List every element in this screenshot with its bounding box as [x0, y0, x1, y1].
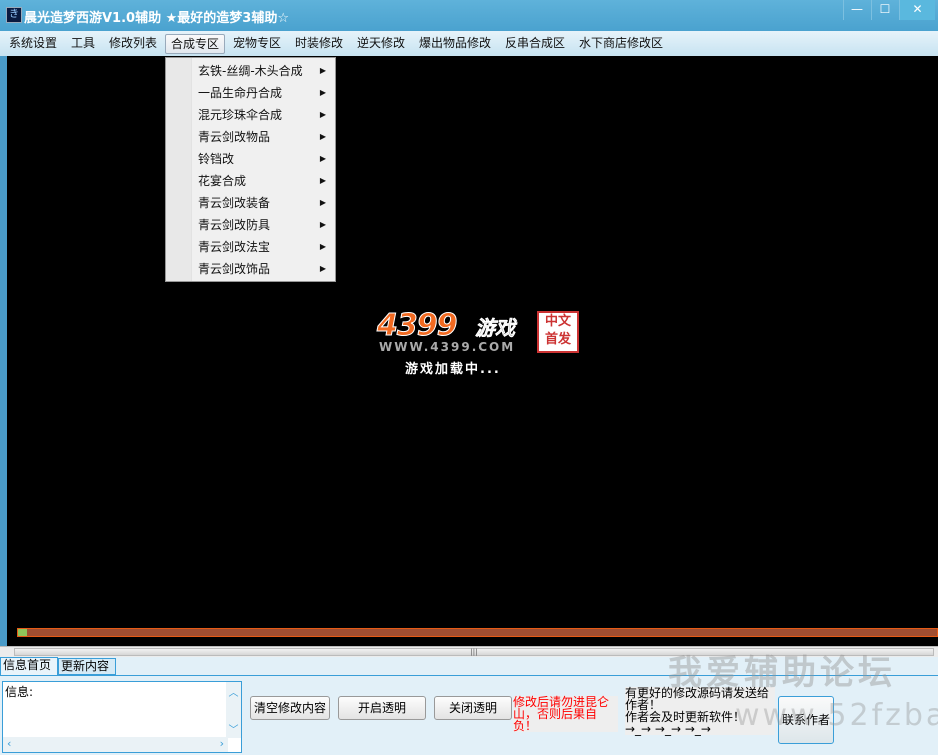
- dropdown-item-label: 一品生命丹合成: [198, 86, 283, 100]
- dropdown-item-label: 青云剑改物品: [198, 130, 271, 144]
- maximize-button[interactable]: ☐: [871, 0, 898, 20]
- menu-godlike[interactable]: 逆天修改: [352, 34, 410, 54]
- close-button[interactable]: ✕: [899, 0, 935, 20]
- dropdown-item[interactable]: 一品生命丹合成 ▶: [166, 82, 335, 104]
- dropdown-item-label: 青云剑改法宝: [198, 240, 271, 254]
- minimize-button[interactable]: —: [843, 0, 870, 20]
- submenu-arrow-icon: ▶: [319, 176, 326, 185]
- logo-text: 游戏: [475, 316, 516, 341]
- logo-url: WWW.4399.COM: [379, 340, 516, 354]
- warning-text: 修改后请勿进昆仑山，否则后果自负！: [513, 696, 618, 732]
- menu-reverse-synthesis[interactable]: 反串合成区: [500, 34, 570, 54]
- submenu-arrow-icon: ▶: [319, 132, 326, 141]
- submenu-arrow-icon: ▶: [319, 220, 326, 229]
- dropdown-item[interactable]: 花宴合成 ▶: [166, 170, 335, 192]
- vertical-scrollbar[interactable]: ︿ ﹀: [226, 682, 241, 738]
- dropdown-item[interactable]: 玄铁-丝绸-木头合成 ▶: [166, 60, 335, 82]
- submenu-arrow-icon: ▶: [319, 110, 326, 119]
- dropdown-item-label: 玄铁-丝绸-木头合成: [198, 64, 303, 78]
- dropdown-item[interactable]: 青云剑改物品 ▶: [166, 126, 335, 148]
- enable-transparent-button[interactable]: 开启透明: [338, 696, 426, 720]
- dropdown-item[interactable]: 青云剑改装备 ▶: [166, 192, 335, 214]
- dropdown-item-label: 混元珍珠伞合成: [198, 108, 283, 122]
- dropdown-item-label: 花宴合成: [198, 174, 247, 188]
- logo-seal: 中文 首发: [537, 311, 579, 353]
- clear-button[interactable]: 清空修改内容: [250, 696, 330, 720]
- submenu-arrow-icon: ▶: [319, 88, 326, 97]
- menu-underwater-shop[interactable]: 水下商店修改区: [574, 34, 668, 54]
- watermark-url: www.52fzba.com: [735, 698, 938, 733]
- tab-info-home[interactable]: 信息首页: [0, 657, 58, 676]
- dropdown-item-label: 青云剑改防具: [198, 218, 271, 232]
- info-horizontal-scrollbar[interactable]: ‹ ›: [3, 737, 228, 752]
- menu-fashion[interactable]: 时装修改: [290, 34, 348, 54]
- dropdown-item[interactable]: 青云剑改法宝 ▶: [166, 236, 335, 258]
- info-label: 信息:: [5, 685, 34, 699]
- dropdown-item[interactable]: 铃铛改 ▶: [166, 148, 335, 170]
- menu-pets[interactable]: 宠物专区: [228, 34, 286, 54]
- watermark: 我爱辅助论坛: [668, 653, 896, 693]
- loading-text: 游戏加载中...: [405, 362, 501, 377]
- submenu-arrow-icon: ▶: [319, 264, 326, 273]
- window-title: 晨光造梦西游V1.0辅助 ★最好的造梦3辅助☆: [24, 11, 289, 26]
- menu-tools[interactable]: 工具: [66, 34, 100, 54]
- menu-drops[interactable]: 爆出物品修改: [414, 34, 496, 54]
- submenu-arrow-icon: ▶: [319, 66, 326, 75]
- menu-system-settings[interactable]: 系统设置: [4, 34, 62, 54]
- submenu-arrow-icon: ▶: [319, 198, 326, 207]
- game-area[interactable]: 4399 游戏 WWW.4399.COM 中文 首发 游戏加载中...: [7, 56, 938, 646]
- tab-updates[interactable]: 更新内容: [58, 658, 116, 675]
- info-textarea[interactable]: 信息: ︿ ﹀ ‹ ›: [2, 681, 242, 753]
- loading-progress-bar: [17, 628, 938, 637]
- dropdown-item-label: 青云剑改饰品: [198, 262, 271, 276]
- menu-bar: 系统设置 工具 修改列表 合成专区 宠物专区 时装修改 逆天修改 爆出物品修改 …: [0, 31, 938, 56]
- submenu-arrow-icon: ▶: [319, 154, 326, 163]
- logo-number: 4399: [377, 308, 458, 344]
- menu-modify-list[interactable]: 修改列表: [104, 34, 162, 54]
- 4399-logo: 4399 游戏 WWW.4399.COM 中文 首发 游戏加载中...: [369, 306, 579, 378]
- dropdown-item[interactable]: 混元珍珠伞合成 ▶: [166, 104, 335, 126]
- disable-transparent-button[interactable]: 关闭透明: [434, 696, 512, 720]
- dropdown-item-label: 铃铛改: [198, 152, 235, 166]
- app-icon: き: [6, 7, 22, 23]
- synthesis-dropdown-menu: 玄铁-丝绸-木头合成 ▶ 一品生命丹合成 ▶ 混元珍珠伞合成 ▶ 青云剑改物品 ▶ 铃铛改 ▶ 花宴…: [165, 57, 336, 282]
- title-bar: き 晨光造梦西游V1.0辅助 ★最好的造梦3辅助☆ — ☐ ✕: [0, 0, 938, 31]
- menu-synthesis[interactable]: 合成专区: [165, 34, 226, 54]
- dropdown-item-label: 青云剑改装备: [198, 196, 271, 210]
- dropdown-item[interactable]: 青云剑改防具 ▶: [166, 214, 335, 236]
- dropdown-item[interactable]: 青云剑改饰品 ▶: [166, 258, 335, 280]
- submenu-arrow-icon: ▶: [319, 242, 326, 251]
